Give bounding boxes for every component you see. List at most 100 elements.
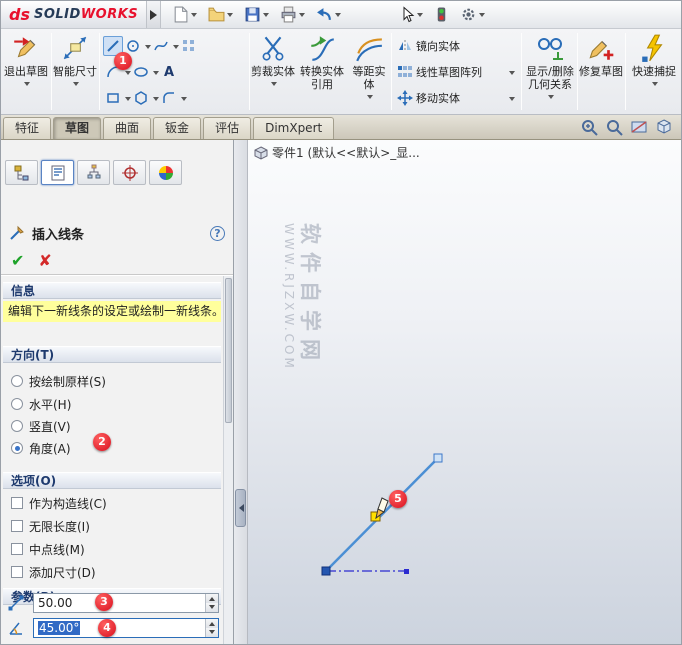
view-orientation-cube-icon[interactable] [655, 118, 673, 136]
tab-evaluate[interactable]: 评估 [203, 117, 252, 139]
panel-actions: ✔ ✘ [1, 248, 233, 272]
ellipse-tool-button[interactable] [131, 62, 151, 82]
pattern-tools-group: 镜向实体 线性草图阵列 移动实体 [393, 29, 519, 114]
exit-sketch-button[interactable]: 退出草图 [3, 29, 49, 114]
dimxpert-manager-tab[interactable] [113, 160, 146, 185]
radio-angle[interactable]: 角度(A) [11, 439, 71, 457]
radio-as-sketched[interactable]: 按绘制原样(S) [11, 372, 106, 390]
section-view-icon[interactable] [630, 118, 648, 136]
radio-control[interactable] [11, 375, 23, 387]
save-button[interactable] [244, 6, 270, 23]
line-end-point[interactable] [433, 453, 443, 463]
length-input[interactable]: 50.00 [33, 593, 219, 613]
scrollbar-thumb[interactable] [225, 278, 232, 423]
checkbox-add-dimension[interactable]: 添加尺寸(D) [11, 563, 96, 581]
feature-manager-tab[interactable] [5, 160, 38, 185]
magnifier-icon[interactable] [605, 118, 623, 136]
offset-entities-button[interactable]: 等距实体 [349, 29, 389, 114]
checkbox-control[interactable] [11, 566, 23, 578]
panel-scrollbar[interactable] [223, 276, 233, 644]
angle-icon [9, 622, 22, 635]
tab-surfaces[interactable]: 曲面 [103, 117, 152, 139]
open-folder-icon [208, 7, 225, 22]
mirror-entities-button[interactable]: 镜向实体 [393, 33, 519, 59]
quick-snaps-icon [642, 34, 663, 62]
checkbox-midpoint-line[interactable]: 中点线(M) [11, 540, 85, 558]
step-badge-5: 5 [389, 490, 407, 508]
fillet-tool-button[interactable] [159, 88, 179, 108]
cancel-button[interactable]: ✘ [38, 251, 51, 270]
orientation-section-header: 方向(T) [3, 346, 221, 363]
sketch-line[interactable] [325, 457, 439, 572]
rectangle-tool-button[interactable] [103, 88, 123, 108]
radio-horizontal[interactable]: 水平(H) [11, 395, 71, 413]
exit-sketch-icon [14, 37, 36, 58]
line-icon [107, 40, 119, 52]
length-spinner[interactable] [205, 594, 218, 612]
radio-control[interactable] [11, 398, 23, 410]
convert-entities-button[interactable]: 转换实体引用 [297, 29, 347, 114]
radio-control-selected[interactable] [11, 442, 23, 454]
panel-splitter[interactable] [234, 140, 248, 644]
open-document-button[interactable] [208, 6, 234, 23]
smart-dimension-button[interactable]: 智能尺寸 [53, 29, 97, 114]
undo-button[interactable] [316, 6, 342, 23]
linear-sketch-pattern-button[interactable]: 线性草图阵列 [393, 59, 519, 85]
tab-features[interactable]: 特征 [3, 117, 52, 139]
sketch-pattern-tool-button[interactable] [179, 36, 199, 56]
save-floppy-icon [245, 7, 260, 22]
collapse-panel-button[interactable] [235, 489, 246, 527]
ds-logo-icon: ds [9, 5, 30, 24]
new-document-button[interactable] [172, 6, 198, 23]
quick-snaps-button[interactable]: 快速捕捉 [627, 29, 681, 114]
spline-icon [154, 41, 168, 51]
checkbox-construction-line[interactable]: 作为构造线(C) [11, 494, 107, 512]
solidworks-logo: ds SOLID WORKS [1, 1, 148, 28]
menu-flyout-button[interactable] [147, 1, 162, 28]
checkbox-infinite-length[interactable]: 无限长度(I) [11, 517, 90, 535]
rebuild-button[interactable] [434, 6, 449, 23]
line-start-point[interactable] [321, 566, 331, 576]
tab-dimxpert[interactable]: DimXpert [253, 117, 335, 139]
radio-vertical[interactable]: 竖直(V) [11, 417, 71, 435]
spline-tool-button[interactable] [151, 36, 171, 56]
sketch-canvas[interactable] [248, 140, 681, 645]
checkbox-control[interactable] [11, 497, 23, 509]
configuration-manager-tab[interactable] [77, 160, 110, 185]
group-separator [249, 33, 250, 110]
property-form-icon [51, 165, 64, 180]
zoom-in-icon[interactable] [580, 118, 598, 136]
display-delete-relations-button[interactable]: 显示/删除几何关系 [525, 29, 575, 114]
collapse-arrow-icon [235, 504, 244, 512]
appearances-tab[interactable] [149, 160, 182, 185]
linear-pattern-icon [398, 66, 412, 77]
graphics-viewport[interactable]: 零件1 (默认<<默认>_显... 软件自学网 WWW.RJZXW.COM 5 [248, 140, 681, 645]
dropdown-caret-icon [181, 96, 187, 104]
select-tool-button[interactable] [399, 6, 424, 23]
checkbox-control[interactable] [11, 543, 23, 555]
dropdown-caret-icon [191, 13, 198, 20]
help-icon[interactable]: ? [210, 225, 225, 241]
property-manager-panel: 插入线条 ? ✔ ✘ 信息 编辑下一新线条的设定或绘制一新线条。 方向(T) 按… [1, 140, 234, 644]
move-entities-button[interactable]: 移动实体 [393, 85, 519, 111]
panel-title: 插入线条 [32, 227, 85, 243]
panel-divider [1, 274, 233, 276]
polygon-tool-button[interactable] [131, 88, 151, 108]
radio-control[interactable] [11, 420, 23, 432]
convert-entities-icon [311, 36, 335, 61]
repair-sketch-button[interactable]: 修复草图 [579, 29, 623, 114]
step-badge-2: 2 [93, 433, 111, 451]
tab-sheet-metal[interactable]: 钣金 [153, 117, 202, 139]
angle-spinner[interactable] [205, 619, 218, 637]
ellipse-icon [134, 67, 148, 77]
trim-entities-button[interactable]: 剪裁实体 [251, 29, 295, 114]
angle-input[interactable]: 45.00° [33, 618, 219, 638]
text-tool-button[interactable]: A [159, 62, 179, 82]
centerline-endpoint[interactable] [404, 569, 409, 574]
tab-sketch[interactable]: 草图 [53, 117, 102, 139]
confirm-button[interactable]: ✔ [11, 251, 24, 270]
options-button[interactable] [460, 6, 486, 23]
property-manager-tab[interactable] [41, 160, 74, 185]
checkbox-control[interactable] [11, 520, 23, 532]
print-button[interactable] [280, 6, 306, 23]
